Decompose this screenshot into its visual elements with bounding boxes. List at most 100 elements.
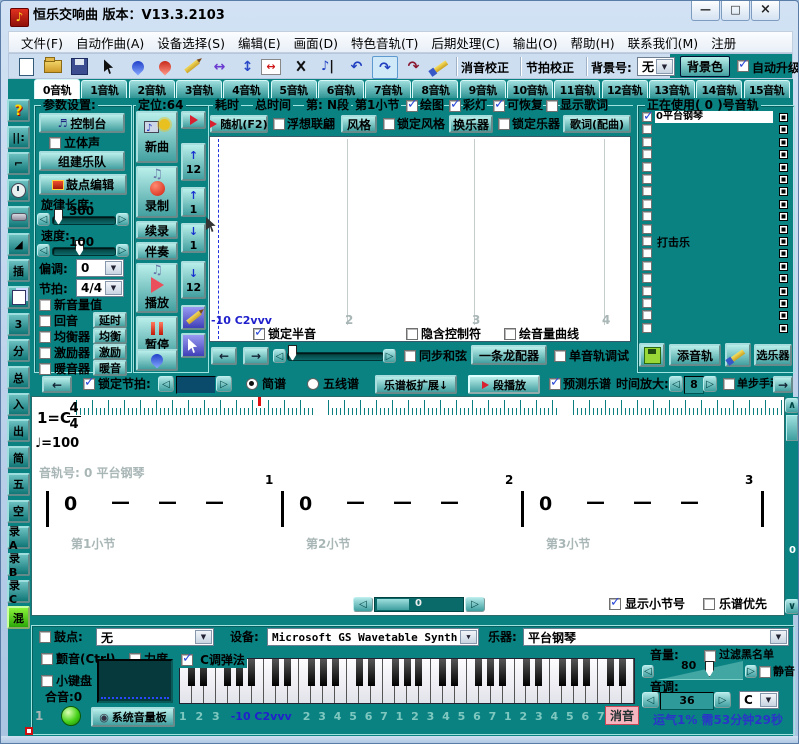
track-row-checkbox[interactable] [642, 124, 652, 134]
time-zoom-left[interactable]: ◁ [669, 376, 683, 392]
track-row-indicator[interactable] [779, 125, 788, 134]
scroll-left-button[interactable]: ← [211, 347, 237, 365]
tab-track-0[interactable]: 0音轨 [34, 79, 80, 99]
new-volume-checkbox[interactable] [39, 299, 51, 311]
black-key[interactable] [499, 659, 506, 686]
tab-track-6[interactable]: 6音轨 [318, 80, 364, 98]
tab-track-8[interactable]: 8音轨 [412, 80, 458, 98]
menu-item-9[interactable]: 联系我们(M) [628, 33, 699, 52]
drum-edit-button[interactable]: 鼓点编辑 [39, 174, 127, 195]
tab-track-12[interactable]: 12音轨 [602, 80, 648, 98]
black-key[interactable] [439, 659, 446, 686]
black-key[interactable] [523, 659, 530, 686]
drum-checkbox[interactable] [39, 631, 51, 643]
track-row-checkbox[interactable] [642, 199, 652, 209]
v-spread-icon[interactable]: ↕ [237, 56, 258, 77]
track-row-5[interactable] [641, 173, 789, 185]
rec-b-button[interactable]: 录B [7, 553, 30, 576]
track-row-checkbox[interactable] [642, 286, 652, 296]
filter-blacklist-checkbox[interactable] [704, 650, 716, 662]
chevron-down-icon[interactable] [460, 630, 477, 644]
empty-button[interactable]: 空 [7, 500, 30, 523]
note-cell[interactable]: — [680, 491, 699, 513]
tab-track-7[interactable]: 7音轨 [365, 80, 411, 98]
echo-checkbox[interactable] [39, 315, 51, 327]
track-row-16[interactable] [641, 309, 789, 321]
draw-canvas[interactable]: 2 3 4 -10 C2vvv [209, 136, 631, 342]
black-key[interactable] [619, 659, 626, 686]
track-row-indicator[interactable] [779, 212, 788, 221]
single-track-debug-checkbox[interactable] [554, 350, 566, 362]
accompany-button[interactable]: 伴奏 [136, 242, 178, 260]
track-row-indicator[interactable] [779, 113, 788, 122]
new-file-icon[interactable] [16, 56, 37, 77]
track-row-indicator[interactable] [779, 249, 788, 258]
segment-play-button[interactable]: 段播放 [468, 375, 540, 394]
track-row-checkbox[interactable] [642, 186, 652, 196]
predict-score-checkbox[interactable] [549, 378, 561, 390]
canvas-slider[interactable] [287, 352, 384, 361]
black-key[interactable] [583, 659, 590, 686]
undo-icon[interactable]: ↶ [346, 56, 367, 77]
change-instrument-button[interactable]: 换乐器 [449, 115, 493, 133]
record-button[interactable]: ♫ 录制 [136, 166, 178, 218]
stereo-checkbox[interactable] [49, 137, 61, 149]
beat-correct-button[interactable]: 节拍校正 [526, 59, 574, 76]
resume-record-button[interactable]: 续录 [136, 221, 178, 239]
rec-a-button[interactable]: 录A [7, 526, 30, 549]
tab-track-1[interactable]: 1音轨 [81, 80, 127, 98]
equalizer-checkbox[interactable] [39, 331, 51, 343]
small-keyboard-checkbox[interactable] [41, 675, 53, 687]
track-row-7[interactable] [641, 198, 789, 210]
track-row-indicator[interactable] [779, 311, 788, 320]
auto-upgrade-checkbox[interactable] [737, 60, 749, 72]
detune-select[interactable]: 0 [76, 259, 124, 277]
tab-track-4[interactable]: 4音轨 [223, 80, 269, 98]
chevron-down-icon[interactable] [656, 59, 673, 74]
beat-spinner-left[interactable]: ◁ [158, 376, 174, 392]
pencil-mode-button[interactable] [181, 305, 206, 330]
save-icon[interactable] [69, 56, 90, 77]
device-select[interactable]: Microsoft GS Wavetable Synth [267, 628, 479, 646]
menu-item-1[interactable]: 自动作曲(A) [76, 33, 144, 52]
track-row-checkbox[interactable] [642, 112, 652, 122]
track-row-17[interactable] [641, 322, 789, 334]
track-row-checkbox[interactable] [642, 174, 652, 184]
menu-item-10[interactable]: 注册 [711, 33, 736, 52]
bg-number-select[interactable]: 无 [637, 57, 675, 76]
black-key[interactable] [320, 659, 327, 686]
menu-item-3[interactable]: 编辑(E) [238, 33, 281, 52]
track-row-8[interactable] [641, 210, 789, 222]
beat-spinner-field[interactable] [176, 376, 216, 394]
track-row-0[interactable]: 0平台钢琴 [641, 111, 789, 123]
score-hscroll-right[interactable]: ▷ [465, 597, 485, 612]
black-key[interactable] [571, 659, 578, 686]
score-vscroll-down[interactable]: ∨ [785, 599, 799, 614]
black-key[interactable] [272, 659, 279, 686]
draw-checkbox[interactable] [406, 100, 418, 112]
insert-button[interactable]: 插 [7, 259, 30, 282]
beat-spinner-right[interactable]: ▷ [216, 376, 232, 392]
track-row-checkbox[interactable] [642, 273, 652, 283]
black-key[interactable] [356, 659, 363, 686]
range-select-icon[interactable]: ↔ [259, 56, 283, 77]
lights-checkbox[interactable] [449, 100, 461, 112]
track-row-checkbox[interactable] [642, 298, 652, 308]
track-row-indicator[interactable] [779, 175, 788, 184]
equalize-button[interactable]: 均衡 [93, 328, 127, 344]
scroll-right-button[interactable]: → [243, 347, 269, 365]
track-row-checkbox[interactable] [642, 236, 652, 246]
show-lyrics-checkbox[interactable] [546, 100, 558, 112]
track-row-indicator[interactable] [779, 274, 788, 283]
track-row-indicator[interactable] [779, 187, 788, 196]
menu-item-8[interactable]: 帮助(H) [570, 33, 614, 52]
exciter-checkbox[interactable] [39, 347, 51, 359]
style-button[interactable]: 风格 [341, 115, 377, 133]
warm-button[interactable]: 暖音 [93, 360, 127, 376]
c-key-style-checkbox[interactable] [181, 654, 193, 666]
hidden-ctrl-checkbox[interactable] [406, 328, 418, 340]
note-cell[interactable]: — [586, 491, 605, 513]
track-row-checkbox[interactable] [642, 248, 652, 258]
sync-chord-checkbox[interactable] [404, 350, 416, 362]
save-track-button[interactable] [639, 343, 665, 367]
